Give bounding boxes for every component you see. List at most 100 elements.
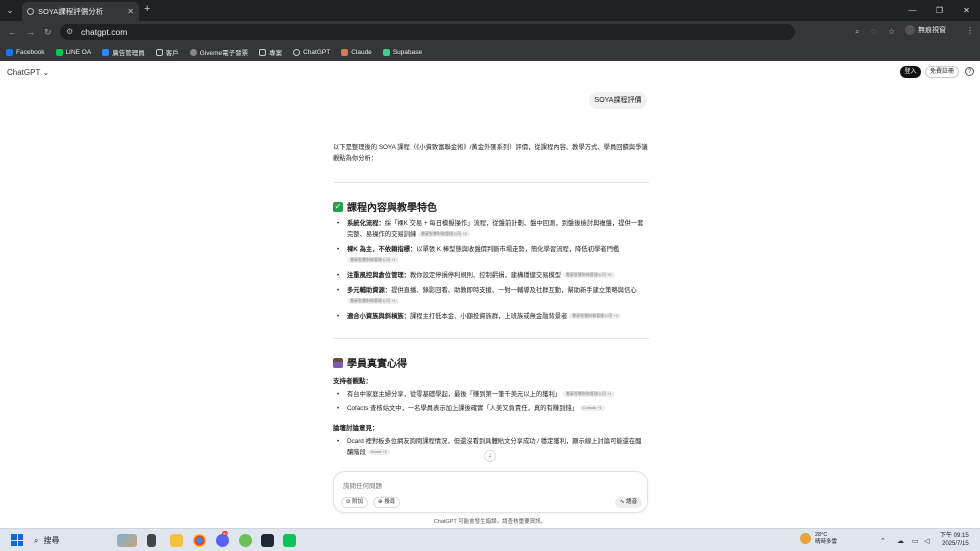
bookmark-label: 廣告管理員 bbox=[112, 50, 145, 57]
start-button[interactable] bbox=[11, 534, 23, 546]
steam-icon[interactable] bbox=[261, 534, 274, 547]
omnibox[interactable]: ⚙ chatgpt.com bbox=[60, 24, 795, 40]
close-tab-icon[interactable]: ✕ bbox=[127, 7, 134, 16]
item-text: Cofacts 查核站文中，一名學員表示加上課後確實「人美又負責任，真的有賺到錢… bbox=[347, 405, 578, 412]
bookmark-claude[interactable]: Claude bbox=[341, 48, 372, 56]
citation-chip[interactable]: 雲豪智慧財務管理公司 +4 bbox=[569, 313, 621, 320]
reload-icon[interactable]: ↻ bbox=[44, 27, 52, 38]
user-message-bubble: SOYA課程評價 bbox=[589, 92, 647, 109]
meta-icon bbox=[102, 48, 110, 56]
bookmark-giveme[interactable]: Giveme電子發票 bbox=[189, 47, 249, 57]
attach-label: 附加 bbox=[352, 499, 364, 505]
app-icon[interactable] bbox=[239, 534, 252, 547]
citation-chip[interactable]: 雲豪智慧財務管理公司 +1 bbox=[347, 298, 399, 305]
system-clock[interactable]: 下午 09:15 2025/7/15 bbox=[940, 532, 969, 548]
bookmark-ads-manager[interactable]: 廣告管理員 bbox=[102, 47, 145, 57]
supporters-label: 支持者觀點： bbox=[333, 378, 372, 385]
tab-search-icon[interactable]: ⌄ bbox=[0, 0, 20, 21]
volume-icon[interactable]: ◁ bbox=[924, 537, 929, 545]
widgets-icon[interactable] bbox=[117, 534, 137, 547]
item-text: 提供直播、錄影回看、助教即時支援、一對一輔導及社群互動，幫助新手建立策略與信心 bbox=[391, 287, 637, 294]
forward-icon[interactable]: → bbox=[26, 27, 35, 37]
item-bold: 裸K 為主，不依賴指標： bbox=[347, 246, 417, 253]
incognito-indicator[interactable]: 無痕視窗 bbox=[905, 25, 946, 35]
bookmark-facebook[interactable]: Facebook bbox=[6, 48, 45, 56]
item-bold: 注重風控與倉位管理： bbox=[347, 272, 410, 279]
help-icon[interactable]: ? bbox=[965, 67, 974, 76]
disclaimer: ChatGPT 可能會發生錯誤。請查核重要資訊。 bbox=[433, 519, 547, 525]
signup-button[interactable]: 免費註冊 bbox=[925, 66, 959, 78]
maximize-icon[interactable]: ❐ bbox=[926, 0, 953, 21]
supabase-icon bbox=[382, 48, 390, 56]
divider bbox=[333, 182, 649, 183]
model-selector[interactable]: ChatGPT ⌄ bbox=[7, 68, 49, 77]
notification-badge: 99 bbox=[222, 531, 229, 536]
bookmark-label: LINE OA bbox=[65, 48, 92, 56]
citation-chip[interactable]: 雲豪智慧財務管理公司 +3 bbox=[418, 231, 470, 238]
tab-title: SOYA課程評價分析 bbox=[38, 7, 104, 16]
chrome-icon[interactable] bbox=[193, 534, 206, 547]
discussion-label: 論壇討論意見： bbox=[333, 425, 379, 432]
address-bar-row: ← → ↻ ⚙ chatgpt.com ⌕ ◌ ☆ bbox=[0, 21, 980, 43]
composer-placeholder: 詢問任何問題 bbox=[343, 483, 382, 490]
chatgpt-icon bbox=[293, 48, 301, 56]
minimize-icon[interactable]: — bbox=[899, 0, 926, 21]
search-icon: ⌕ bbox=[34, 535, 39, 545]
paperclip-icon: ⊘ bbox=[346, 499, 351, 505]
bookmark-chatgpt[interactable]: ChatGPT bbox=[293, 48, 330, 56]
citation-chip[interactable]: Dcard +1 bbox=[367, 449, 390, 456]
window-controls: — ❐ ✕ bbox=[899, 0, 980, 21]
chevron-down-icon: ⌄ bbox=[42, 68, 50, 77]
item-text: 以單張 K 棒型態與收盤價判斷市場走勢，簡化學習流程，降低初學者門檻 bbox=[416, 246, 620, 253]
search-button[interactable]: ⊕ 搜尋 bbox=[373, 497, 401, 508]
scroll-down-icon[interactable]: ↓ bbox=[484, 450, 496, 462]
incognito-label: 無痕視窗 bbox=[918, 27, 946, 34]
bookmark-line-oa[interactable]: LINE OA bbox=[55, 48, 92, 56]
new-tab-icon[interactable]: + bbox=[144, 3, 150, 15]
line-icon bbox=[55, 48, 63, 56]
folder-icon bbox=[259, 48, 267, 56]
citation-chip[interactable]: 雲豪智慧財務管理公司 +1 bbox=[347, 257, 399, 264]
bookmark-folder-clients[interactable]: 客戶 bbox=[155, 47, 179, 57]
weather-widget[interactable]: 28°C 晴時多雲 bbox=[800, 532, 837, 546]
back-icon[interactable]: ← bbox=[8, 27, 17, 37]
item-text: 課程主打低本金、小額投資族群，上班族或無金融背景者 bbox=[409, 313, 568, 320]
list-item: Dcard 裡對板多位網友詢問課程情況，但還沒看到具體貼文分享成功 / 穩定獲利… bbox=[337, 436, 647, 458]
file-explorer-icon[interactable] bbox=[170, 534, 183, 547]
bookmark-label: 客戶 bbox=[165, 50, 179, 57]
citation-chip[interactable]: 雲豪智慧財務管理公司 +1 bbox=[562, 391, 615, 398]
message-composer[interactable]: 詢問任何問題 ⊘ 附加 ⊕ 搜尋 ∿ 語音 bbox=[333, 471, 648, 513]
close-window-icon[interactable]: ✕ bbox=[953, 0, 980, 21]
bookmark-label: Claude bbox=[351, 48, 372, 56]
clock-date: 2025/7/15 bbox=[941, 541, 969, 547]
browser-tab[interactable]: SOYA課程評價分析 ✕ bbox=[22, 2, 139, 21]
bookmark-folder-projects[interactable]: 專案 bbox=[259, 47, 282, 57]
incognito-icon bbox=[905, 25, 915, 35]
bookmark-label: Giveme電子發票 bbox=[199, 50, 249, 57]
weather-temp: 28°C bbox=[815, 532, 828, 538]
zoom-icon[interactable]: ⌕ bbox=[855, 27, 859, 37]
login-button[interactable]: 登入 bbox=[900, 66, 921, 78]
bookmark-supabase[interactable]: Supabase bbox=[382, 48, 422, 56]
line-app-icon[interactable] bbox=[283, 534, 296, 547]
attach-button[interactable]: ⊘ 附加 bbox=[341, 497, 369, 508]
taskbar-search[interactable]: ⌕ 搜尋 bbox=[34, 535, 59, 546]
item-text: 有台中家庭主婦分享，從零基礎學起，最後「賺到第一筆千美元以上的獲利」 bbox=[347, 391, 562, 398]
task-view-icon[interactable] bbox=[147, 534, 156, 547]
section-heading-content: ✓ 課程內容與教學特色 bbox=[333, 199, 437, 214]
bookmark-label: 專案 bbox=[269, 50, 283, 57]
browser-menu-icon[interactable]: ⋮ bbox=[966, 26, 974, 35]
list-item: 適合小資族與斜槓族：課程主打低本金、小額投資族群，上班族或無金融背景者 雲豪智慧… bbox=[337, 311, 647, 322]
cloud-icon[interactable]: ☁ bbox=[897, 537, 904, 545]
eye-off-icon[interactable]: ◌ bbox=[871, 27, 876, 36]
citation-chip[interactable]: 雲豪智慧財務管理公司 +2 bbox=[562, 272, 615, 279]
list-item: 有台中家庭主婦分享，從零基礎學起，最後「賺到第一筆千美元以上的獲利」 雲豪智慧財… bbox=[337, 389, 647, 400]
citation-chip[interactable]: Cofacts +1 bbox=[579, 405, 605, 412]
display-icon[interactable]: ▭ bbox=[912, 537, 919, 545]
tray-chevron-icon[interactable]: ⌃ bbox=[880, 537, 886, 545]
site-info-icon[interactable]: ⚙ bbox=[66, 27, 73, 36]
voice-button[interactable]: ∿ 語音 bbox=[615, 497, 642, 508]
section-title: 課程內容與教學特色 bbox=[347, 203, 437, 214]
bookmark-star-icon[interactable]: ☆ bbox=[888, 27, 895, 36]
chatgpt-favicon-icon bbox=[27, 8, 34, 15]
